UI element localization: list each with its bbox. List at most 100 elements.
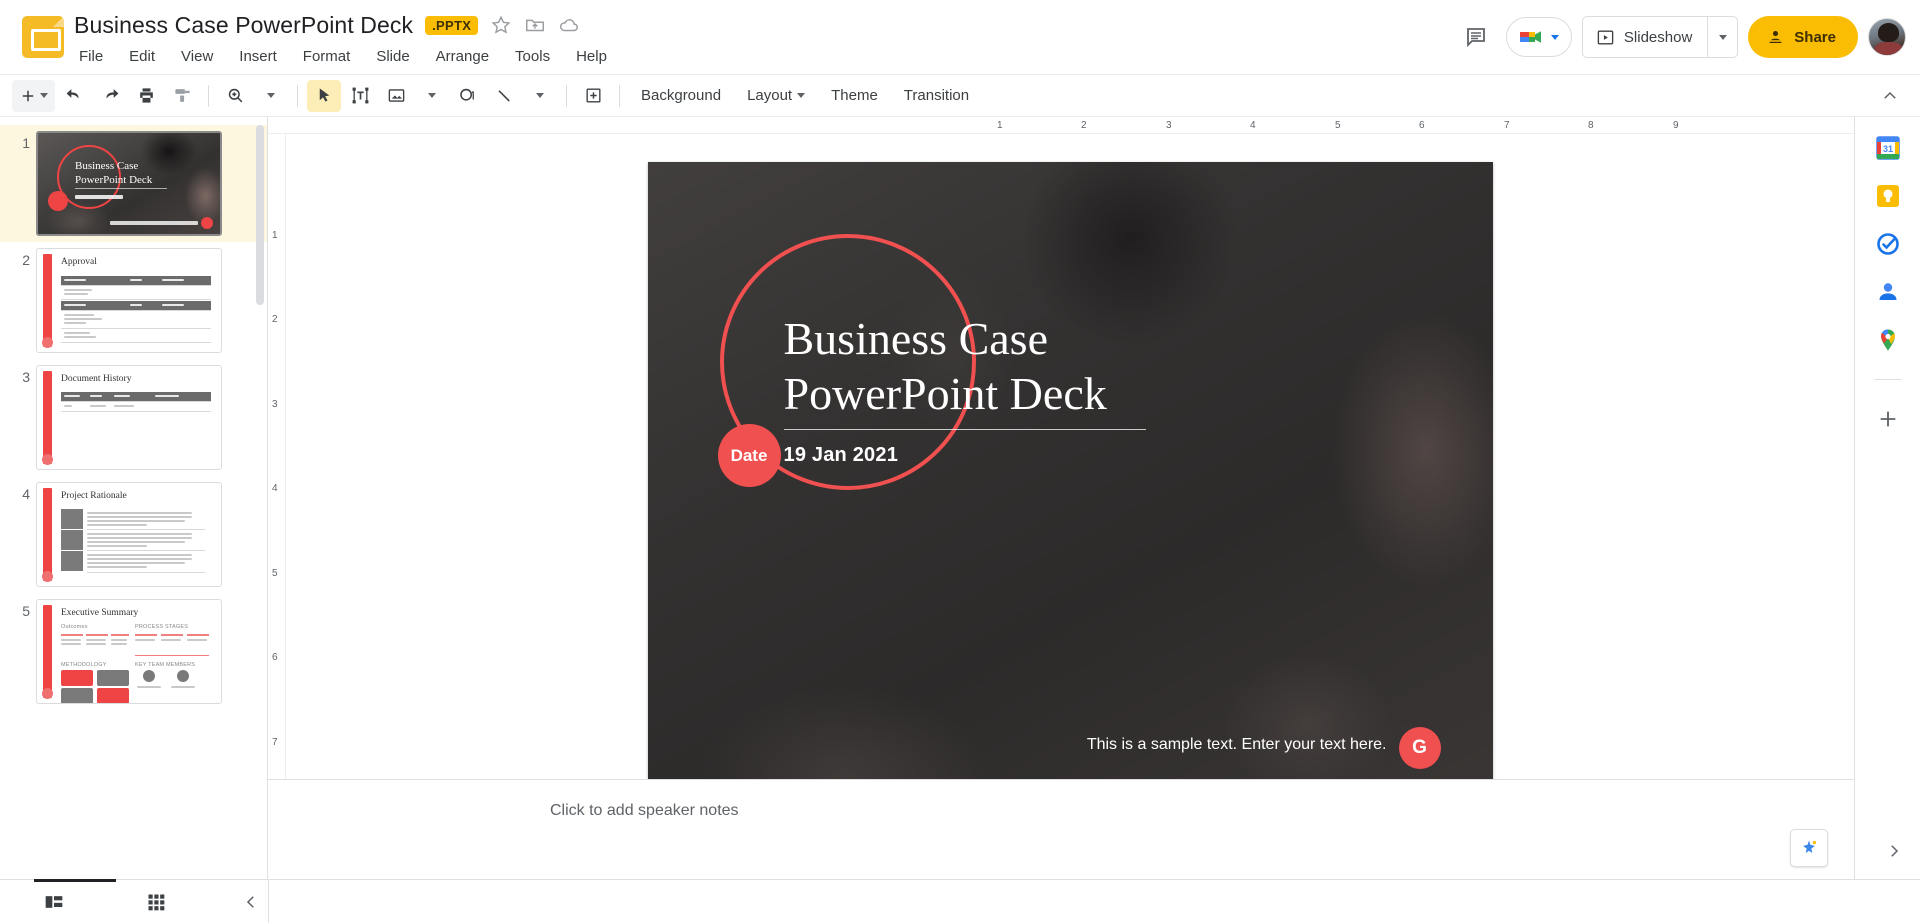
slideshow-dropdown-caret[interactable] (1707, 17, 1737, 57)
zoom-button[interactable] (218, 80, 252, 112)
transition-button[interactable]: Transition (892, 80, 981, 112)
layout-label: Layout (747, 87, 793, 104)
horizontal-ruler[interactable]: 1 2 3 4 5 6 7 8 9 (268, 117, 1854, 135)
toolbar-divider-4 (619, 84, 620, 107)
filmstrip-scrollbar[interactable] (256, 125, 264, 305)
speaker-notes-placeholder[interactable]: Click to add speaker notes (550, 802, 739, 820)
ruler-v-4: 4 (272, 483, 278, 495)
menu-view[interactable]: View (178, 46, 216, 67)
slideshow-button[interactable]: Slideshow (1581, 16, 1739, 58)
slide-footer-badge[interactable]: G (1398, 727, 1441, 770)
slideshow-main[interactable]: Slideshow (1583, 17, 1707, 57)
top-bar: Business Case PowerPoint Deck .PPTX File… (0, 0, 1920, 74)
ruler-h-9: 9 (1673, 120, 1679, 131)
ruler-h-1: 1 (997, 120, 1003, 131)
collapse-filmstrip-icon[interactable] (236, 887, 266, 917)
undo-button[interactable] (57, 80, 91, 112)
menu-slide[interactable]: Slide (373, 46, 412, 67)
thumb-date-badge (48, 191, 68, 211)
menu-file[interactable]: File (76, 46, 106, 67)
svg-text:31: 31 (1882, 144, 1892, 154)
slide-footer-text[interactable]: This is a sample text. Enter your text h… (1087, 736, 1387, 754)
new-slide-caret[interactable] (40, 93, 48, 98)
slide-thumbnail-5[interactable]: 5 Executive Summary Outcomes PROCESS STA… (0, 593, 267, 710)
slide-title-line2: PowerPoint Deck (783, 367, 1107, 419)
layout-button[interactable]: Layout (735, 80, 817, 112)
google-maps-icon[interactable] (1875, 327, 1901, 353)
slide-number-3: 3 (22, 369, 30, 385)
ruler-h-2: 2 (1081, 120, 1087, 131)
share-label: Share (1794, 28, 1836, 46)
slide-number-4: 4 (22, 486, 30, 502)
cloud-saved-icon[interactable] (558, 14, 580, 36)
menu-tools[interactable]: Tools (512, 46, 553, 67)
insert-table-button[interactable] (576, 80, 610, 112)
insert-image-button[interactable] (379, 80, 413, 112)
file-format-badge: .PPTX (425, 15, 479, 35)
ruler-v-6: 6 (272, 652, 278, 664)
thumbnail-canvas-4: Project Rationale (36, 482, 222, 587)
insert-shape-button[interactable] (451, 80, 485, 112)
zoom-dropdown-caret[interactable] (254, 80, 288, 112)
comment-icon[interactable] (1456, 17, 1496, 57)
expand-panel-icon[interactable] (1880, 837, 1908, 865)
slide-thumbnail-2[interactable]: 2 Approval (0, 242, 267, 359)
filmstrip-view-icon[interactable] (36, 886, 72, 918)
menu-help[interactable]: Help (573, 46, 610, 67)
paint-format-button[interactable] (165, 80, 199, 112)
avatar[interactable] (1868, 18, 1906, 56)
current-slide[interactable]: Business Case PowerPoint Deck Date 19 Ja… (647, 162, 1493, 803)
slide-thumbnail-3[interactable]: 3 Document History (0, 359, 267, 476)
rail-divider (1873, 379, 1902, 380)
menu-arrange[interactable]: Arrange (433, 46, 492, 67)
slide-filmstrip[interactable]: 1 Business Case PowerPoint Deck 2 Approv… (0, 117, 268, 879)
google-keep-icon[interactable] (1875, 183, 1901, 209)
title-and-menu: Business Case PowerPoint Deck .PPTX File… (74, 8, 1456, 67)
insert-line-caret[interactable] (523, 80, 557, 112)
move-to-folder-icon[interactable] (524, 14, 546, 36)
thumb-section-team: KEY TEAM MEMBERS (135, 662, 196, 668)
page-title[interactable]: Business Case PowerPoint Deck (74, 12, 413, 39)
background-button[interactable]: Background (629, 80, 733, 112)
speaker-notes-pane[interactable]: Click to add speaker notes (268, 779, 1854, 879)
add-ons-icon[interactable] (1875, 406, 1901, 432)
date-badge[interactable]: Date (717, 424, 781, 488)
text-box-button[interactable] (343, 80, 377, 112)
menu-edit[interactable]: Edit (126, 46, 158, 67)
thumb-section-process: PROCESS STAGES (135, 624, 189, 630)
bottom-bar-divider (268, 880, 269, 923)
theme-button[interactable]: Theme (819, 80, 890, 112)
insert-image-caret[interactable] (415, 80, 449, 112)
slide-thumbnail-4[interactable]: 4 Project Rationale (0, 476, 267, 593)
google-meet-button[interactable] (1505, 17, 1572, 57)
layout-caret[interactable] (797, 93, 806, 98)
vertical-ruler[interactable]: 1 2 3 4 5 6 7 (268, 134, 286, 779)
slide-number-2: 2 (22, 252, 30, 268)
select-tool-button[interactable] (307, 79, 341, 112)
ruler-h-4: 4 (1250, 120, 1256, 131)
print-button[interactable] (129, 80, 163, 112)
google-tasks-icon[interactable] (1875, 231, 1901, 257)
meet-dropdown-caret[interactable] (1550, 34, 1559, 40)
slide-title[interactable]: Business Case PowerPoint Deck (784, 312, 1284, 421)
collapse-toolbar-button[interactable] (1874, 80, 1906, 112)
loading-progress-line (34, 879, 116, 882)
new-slide-button[interactable] (12, 79, 55, 112)
slides-icon[interactable] (22, 16, 64, 58)
title-underline (783, 429, 1146, 431)
google-contacts-icon[interactable] (1875, 279, 1901, 305)
redo-button[interactable] (93, 80, 127, 112)
thumb-section-methodology: METHODOLOGY (61, 662, 107, 668)
top-right-actions: Slideshow Share (1456, 16, 1906, 58)
menu-format[interactable]: Format (300, 46, 354, 67)
explore-icon[interactable] (1790, 829, 1828, 867)
slide-date-value[interactable]: 19 Jan 2021 (784, 444, 899, 467)
slide-thumbnail-1[interactable]: 1 Business Case PowerPoint Deck (0, 125, 267, 242)
star-icon[interactable] (490, 14, 512, 36)
share-button[interactable]: Share (1748, 16, 1858, 58)
google-calendar-icon[interactable]: 31 (1875, 135, 1901, 161)
grid-view-icon[interactable] (138, 886, 174, 918)
insert-line-button[interactable] (487, 80, 521, 112)
slide-number-1: 1 (22, 135, 30, 151)
menu-insert[interactable]: Insert (236, 46, 280, 67)
